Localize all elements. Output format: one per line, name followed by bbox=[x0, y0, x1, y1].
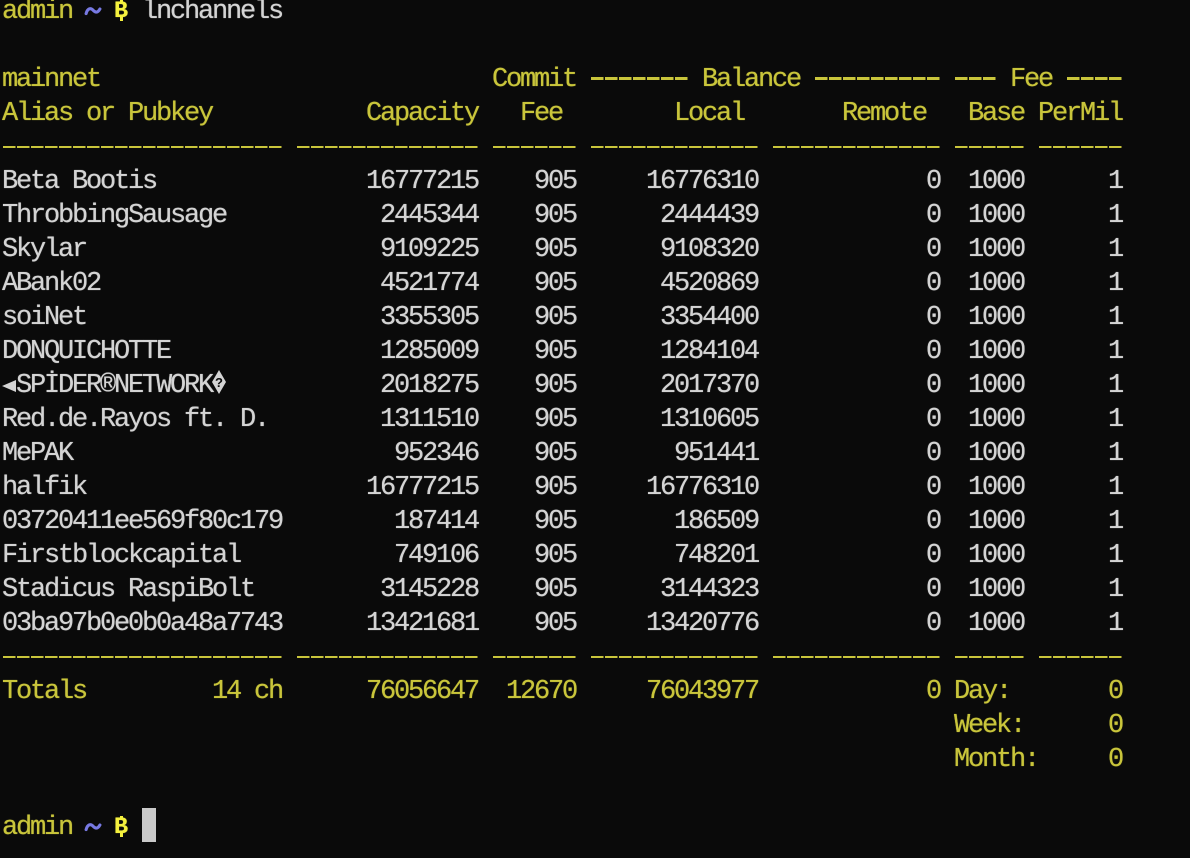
svg-text:?: ? bbox=[215, 375, 223, 390]
